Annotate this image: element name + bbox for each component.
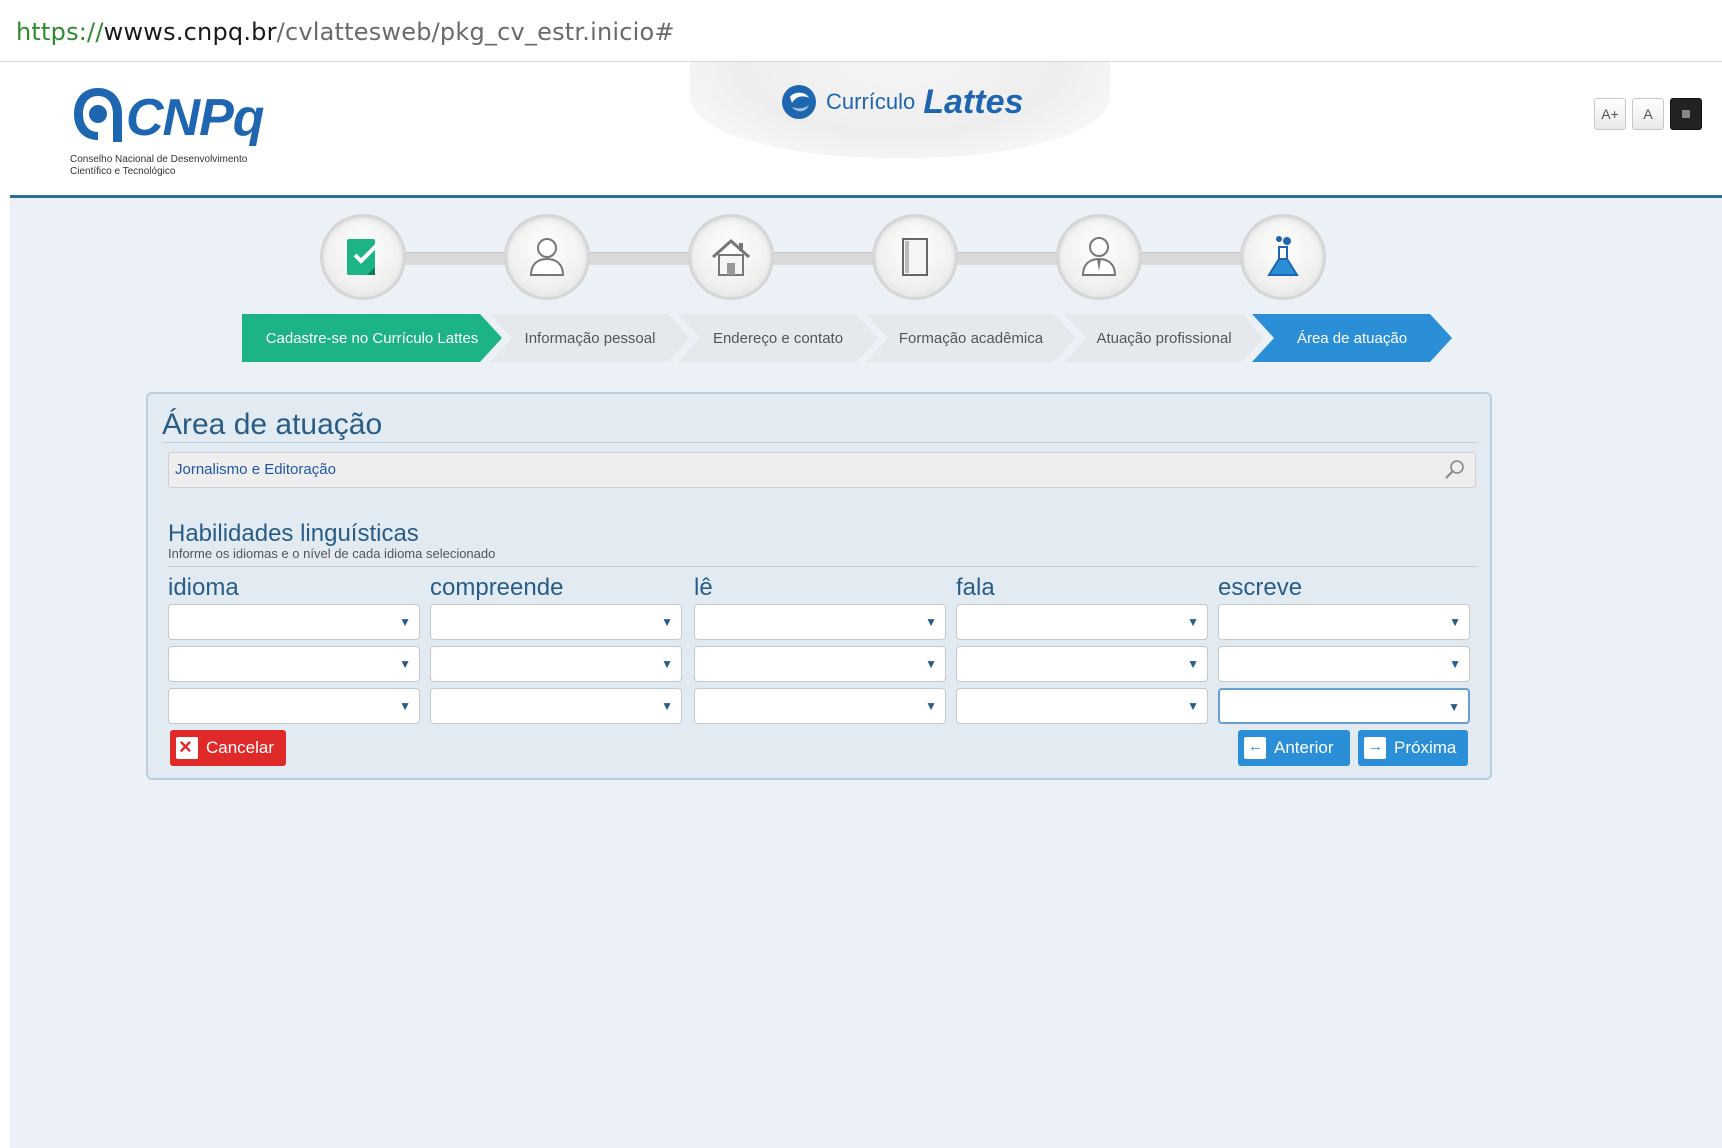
divider	[168, 566, 1478, 567]
step-circle-endereco[interactable]	[688, 214, 774, 300]
crumb-atuacao-profissional[interactable]: Atuação profissional	[1064, 314, 1264, 362]
compreende-select[interactable]	[430, 688, 682, 724]
house-icon	[712, 238, 750, 276]
next-button[interactable]: → Próxima	[1358, 730, 1468, 766]
idioma-select[interactable]	[168, 646, 420, 682]
professional-icon	[1081, 237, 1117, 276]
arrow-left-icon: ←	[1244, 737, 1266, 759]
logo-subtitle: Conselho Nacional de Desenvolvimento Cie…	[70, 154, 300, 178]
le-select[interactable]	[694, 646, 946, 682]
crumb-informacao-pessoal[interactable]: Informação pessoal	[490, 314, 690, 362]
crumb-area-atuacao[interactable]: Área de atuação	[1252, 314, 1452, 362]
book-icon	[902, 238, 928, 276]
increase-font-button[interactable]: A+	[1594, 98, 1626, 130]
cnpq-logo[interactable]: CNPq Conselho Nacional de Desenvolviment…	[68, 80, 298, 190]
page: CNPq Conselho Nacional de Desenvolviment…	[10, 62, 1722, 1148]
step-circle-informacao[interactable]	[504, 214, 590, 300]
logo-subtitle-line2: Científico e Tecnológico	[70, 166, 176, 177]
search-icon[interactable]	[1443, 458, 1467, 482]
fala-select[interactable]	[956, 604, 1208, 640]
step-circle-area[interactable]	[1240, 214, 1326, 300]
crumb-formacao-academica[interactable]: Formação acadêmica	[866, 314, 1076, 362]
escreve-select[interactable]	[1218, 604, 1470, 640]
compreende-select[interactable]	[430, 646, 682, 682]
logo-subtitle-line1: Conselho Nacional de Desenvolvimento	[70, 154, 248, 165]
address-bar[interactable]: https://wwws.cnpq.br/cvlattesweb/pkg_cv_…	[0, 0, 1722, 62]
divider	[162, 442, 1478, 443]
idioma-select[interactable]	[168, 604, 420, 640]
step-breadcrumb: Cadastre-se no Currículo Lattes Informaç…	[242, 314, 1452, 362]
languages-hint: Informe os idiomas e o nível de cada idi…	[168, 546, 496, 561]
flask-icon	[1267, 236, 1299, 276]
area-value: Jornalismo e Editoração	[175, 461, 336, 478]
crumb-endereco-contato[interactable]: Endereço e contato	[678, 314, 878, 362]
column-header-compreende: compreende	[430, 574, 564, 601]
previous-button[interactable]: ← Anterior	[1238, 730, 1350, 766]
escreve-select[interactable]	[1218, 646, 1470, 682]
person-icon	[529, 238, 565, 276]
brand-small: Currículo	[826, 89, 916, 114]
panel-title: Área de atuação	[162, 408, 383, 441]
lattes-logo-icon	[782, 85, 816, 119]
le-select[interactable]	[694, 688, 946, 724]
logo-word: CNPq	[126, 89, 265, 147]
url-text[interactable]: https://wwws.cnpq.br/cvlattesweb/pkg_cv_…	[16, 18, 675, 46]
form-panel: Área de atuação Jornalismo e Editoração …	[146, 392, 1492, 780]
step-circle-cadastre[interactable]	[320, 214, 406, 300]
url-path: /cvlattesweb/pkg_cv_estr.inicio#	[276, 18, 675, 46]
brand-big: Lattes	[923, 82, 1024, 121]
next-label: Próxima	[1394, 738, 1457, 757]
fala-select[interactable]	[956, 646, 1208, 682]
escreve-select[interactable]	[1218, 688, 1470, 724]
step-rail	[350, 252, 1310, 266]
column-header-fala: fala	[956, 574, 995, 601]
arrow-right-icon: →	[1364, 737, 1386, 759]
languages-title: Habilidades linguísticas	[168, 520, 419, 547]
area-search-field[interactable]: Jornalismo e Editoração	[168, 452, 1476, 488]
le-select[interactable]	[694, 604, 946, 640]
compreende-select[interactable]	[430, 604, 682, 640]
column-header-idioma: idioma	[168, 574, 239, 601]
cnpq-logo-mark-icon	[74, 88, 122, 142]
cancel-button[interactable]: Cancelar	[170, 730, 286, 766]
close-icon	[176, 734, 198, 760]
url-scheme: https://	[16, 18, 104, 46]
step-circle-formacao[interactable]	[872, 214, 958, 300]
step-progress	[310, 210, 1430, 310]
fala-select[interactable]	[956, 688, 1208, 724]
column-header-le: lê	[694, 574, 713, 601]
crumb-cadastre[interactable]: Cadastre-se no Currículo Lattes	[242, 314, 502, 362]
idioma-select[interactable]	[168, 688, 420, 724]
step-circle-atuacao[interactable]	[1056, 214, 1142, 300]
contrast-button[interactable]	[1670, 98, 1702, 130]
previous-label: Anterior	[1274, 738, 1334, 757]
normal-font-button[interactable]: A	[1632, 98, 1664, 130]
header: CNPq Conselho Nacional de Desenvolviment…	[10, 62, 1722, 198]
checklist-icon	[347, 239, 379, 275]
column-header-escreve: escreve	[1218, 574, 1303, 601]
url-host: wwws.cnpq.br	[103, 18, 277, 46]
cancel-label: Cancelar	[206, 738, 275, 757]
curriculo-lattes-brand[interactable]: Currículo Lattes	[780, 80, 1023, 124]
accessibility-controls: A+ A	[1594, 98, 1702, 130]
